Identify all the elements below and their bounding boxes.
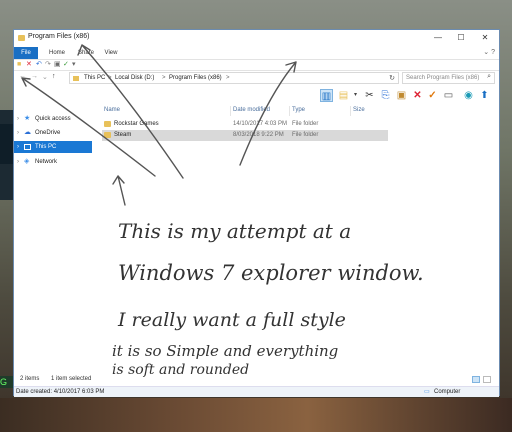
file-date: 14/10/2017 4:03 PM <box>233 121 288 127</box>
tab-file[interactable]: File <box>14 47 38 59</box>
file-type: File folder <box>292 132 319 138</box>
expand-icon[interactable]: › <box>17 156 19 168</box>
breadcrumb-separator[interactable]: > <box>226 74 230 83</box>
selection-count: 1 item selected <box>51 376 92 382</box>
share-icon[interactable]: ◉ <box>462 89 475 102</box>
file-row[interactable]: Rockstar Games 14/10/2017 4:03 PM File f… <box>102 119 388 130</box>
rename-icon[interactable]: ✓ <box>63 60 69 69</box>
tab-home[interactable]: Home <box>44 47 70 59</box>
up-icon[interactable]: ↑ <box>52 73 56 80</box>
column-divider[interactable] <box>350 106 351 116</box>
breadcrumb-this-pc[interactable]: This PC <box>84 74 105 83</box>
computer-icon <box>24 144 31 150</box>
refresh-icon[interactable]: ↻ <box>389 74 395 82</box>
file-date: 8/03/2018 9:22 PM <box>233 132 284 138</box>
nav-item-quick-access[interactable]: › ★ Quick access <box>14 113 92 125</box>
tab-view[interactable]: View <box>101 47 121 59</box>
breadcrumb-separator[interactable]: > <box>162 74 166 83</box>
date-created: Date created: 4/10/2017 6:03 PM <box>16 389 105 395</box>
cut-icon[interactable]: ✂ <box>363 89 376 102</box>
breadcrumb-local-disk[interactable]: Local Disk (D:) <box>115 74 154 83</box>
folder-icon <box>73 76 79 81</box>
folder-icon <box>104 132 111 138</box>
background-overlay <box>0 124 14 164</box>
folder-icon <box>104 121 111 127</box>
item-count: 2 items <box>20 376 40 382</box>
breadcrumb-program-files[interactable]: Program Files (x86) <box>169 74 222 83</box>
maximize-button[interactable]: ☐ <box>451 32 471 44</box>
back-icon[interactable]: ← <box>19 73 26 80</box>
search-box[interactable]: Search Program Files (x86) ⌕ <box>402 72 495 84</box>
delete-icon[interactable]: ✕ <box>26 60 32 69</box>
column-divider[interactable] <box>289 106 290 116</box>
star-icon: ★ <box>24 115 31 122</box>
file-name: Steam <box>114 132 132 138</box>
cloud-icon: ☁ <box>24 129 31 136</box>
folder-icon[interactable]: ■ <box>17 60 21 69</box>
nav-label: Quick access <box>35 116 71 122</box>
nav-label: OneDrive <box>35 130 61 136</box>
file-list: Name Date modified Type Size Rockstar Ga… <box>102 105 497 373</box>
background-hud: G <box>0 376 14 388</box>
delete-icon[interactable]: ✕ <box>411 89 424 102</box>
minimize-button[interactable]: — <box>428 32 448 44</box>
status-bar: 2 items 1 item selected <box>14 373 499 386</box>
large-icons-view-button[interactable] <box>483 376 491 383</box>
nav-item-this-pc[interactable]: › This PC <box>14 141 92 153</box>
file-type: File folder <box>292 121 319 127</box>
details-view-button[interactable] <box>472 376 480 383</box>
computer-icon: ▭ <box>424 389 430 395</box>
close-button[interactable]: ✕ <box>475 32 495 44</box>
address-bar[interactable]: This PC > Local Disk (D:) > Program File… <box>69 72 399 84</box>
column-header-type[interactable]: Type <box>292 106 305 115</box>
details-pane-icon[interactable]: ▥ <box>320 89 333 102</box>
recent-dropdown-icon[interactable]: ⌄ <box>42 73 48 81</box>
customize-dropdown-icon[interactable]: ▾ <box>72 60 76 69</box>
nav-item-onedrive[interactable]: › ☁ OneDrive <box>14 127 92 139</box>
help-icon[interactable]: ⌄ ? <box>483 48 495 56</box>
network-icon: ◈ <box>24 158 30 165</box>
address-row: ← → ⌄ ↑ This PC > Local Disk (D:) > Prog… <box>14 70 499 87</box>
background-bottom-strip <box>0 398 512 432</box>
file-row[interactable]: Steam 8/03/2018 9:22 PM File folder <box>102 130 388 141</box>
upload-icon[interactable]: ⬆ <box>478 89 491 102</box>
paste-icon[interactable]: ▣ <box>395 89 408 102</box>
column-header-date[interactable]: Date modified <box>233 106 270 115</box>
nav-label: This PC <box>35 144 57 150</box>
column-divider[interactable] <box>230 106 231 116</box>
tab-share[interactable]: Share <box>74 47 98 59</box>
nav-item-network[interactable]: › ◈ Network <box>14 156 92 168</box>
expand-icon[interactable]: › <box>17 113 19 125</box>
check-icon[interactable]: ✓ <box>426 89 439 102</box>
column-header-size[interactable]: Size <box>353 106 365 115</box>
undo-icon[interactable]: ↶ <box>36 60 42 69</box>
nav-label: Network <box>35 159 58 165</box>
search-input[interactable]: Search Program Files (x86) <box>406 74 479 83</box>
column-header-name[interactable]: Name <box>104 106 120 115</box>
window-title: Program Files (x86) <box>28 33 90 40</box>
redo-icon[interactable]: ↷ <box>45 60 51 69</box>
folder-icon <box>18 35 25 41</box>
new-folder-dropdown-icon[interactable]: ▾ <box>349 89 362 102</box>
details-bar: Date created: 4/10/2017 6:03 PM ▭ Comput… <box>14 386 499 397</box>
file-name: Rockstar Games <box>114 121 159 127</box>
navigation-pane: › ★ Quick access › ☁ OneDrive › This PC … <box>14 105 94 373</box>
expand-icon[interactable]: › <box>17 141 19 153</box>
explorer-window: Program Files (x86) — ☐ ✕ File Home Shar… <box>13 29 500 397</box>
breadcrumb-separator[interactable]: > <box>108 74 112 83</box>
forward-icon[interactable]: → <box>31 73 38 80</box>
properties-icon[interactable]: ▣ <box>54 60 61 69</box>
location-label: Computer <box>434 389 461 395</box>
title-bar: Program Files (x86) — ☐ ✕ <box>14 30 499 47</box>
copy-icon[interactable]: ⎘ <box>379 89 392 102</box>
rename-icon[interactable]: ▭ <box>442 89 455 102</box>
search-icon[interactable]: ⌕ <box>487 73 491 81</box>
expand-icon[interactable]: › <box>17 127 19 139</box>
command-toolbar: ▥ ▤ ▾ ✂ ⎘ ▣ ✕ ✓ ▭ ◉ ⬆ <box>14 87 499 105</box>
